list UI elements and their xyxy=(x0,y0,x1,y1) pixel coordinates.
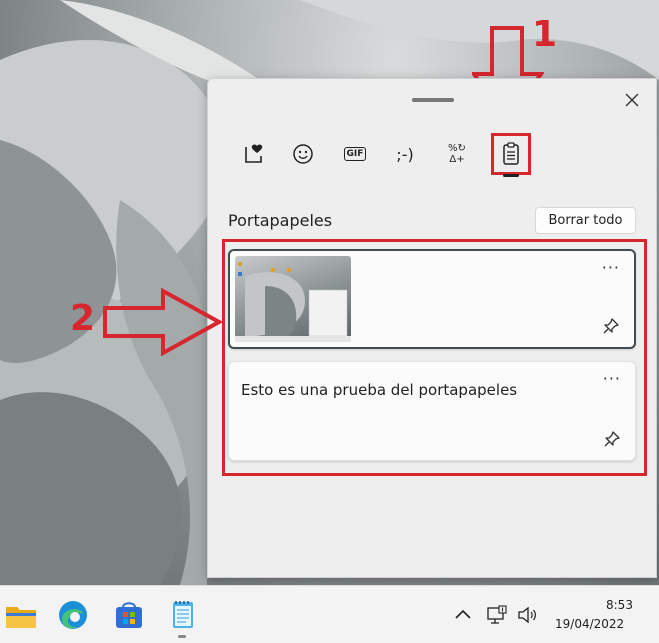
pin-icon[interactable] xyxy=(602,317,620,335)
clipboard-item-text-content: Esto es una prueba del portapapeles xyxy=(241,381,518,399)
active-tab-indicator xyxy=(503,174,519,177)
drag-handle[interactable] xyxy=(412,98,454,102)
close-icon xyxy=(625,93,639,107)
clipboard-item-text[interactable]: Esto es una prueba del portapapeles ··· xyxy=(228,361,636,461)
kaomoji-icon: ;-) xyxy=(396,144,414,164)
volume-icon[interactable] xyxy=(516,604,538,626)
section-title: Portapapeles xyxy=(228,211,333,230)
chevron-up-icon[interactable] xyxy=(452,604,474,626)
annotation-arrow-right xyxy=(103,288,223,356)
thumbnail-desktop-image xyxy=(235,262,351,342)
emoji-smile-icon xyxy=(293,144,313,164)
clipboard-item-image[interactable]: ··· xyxy=(228,249,636,349)
store-icon[interactable] xyxy=(112,598,146,632)
clock-date[interactable]: 19/04/2022 xyxy=(555,617,624,631)
item-more-options-button[interactable]: ··· xyxy=(603,371,621,387)
tab-emoji[interactable] xyxy=(288,139,318,169)
clipboard-icon xyxy=(503,142,519,165)
clock-time[interactable]: 8:53 xyxy=(606,598,633,612)
gif-icon: GIF xyxy=(343,147,367,161)
network-icon[interactable] xyxy=(486,604,508,626)
file-explorer-icon[interactable] xyxy=(4,598,38,632)
tab-gif[interactable]: GIF xyxy=(340,139,370,169)
symbols-icon: %↻ Δ+ xyxy=(448,143,466,165)
tab-clipboard[interactable] xyxy=(491,133,531,175)
tab-symbols[interactable]: %↻ Δ+ xyxy=(442,139,472,169)
tab-kaomoji[interactable]: ;-) xyxy=(390,139,420,169)
pin-icon[interactable] xyxy=(603,430,621,448)
close-button[interactable] xyxy=(621,89,643,111)
annotation-number-2: 2 xyxy=(70,298,96,339)
clear-all-button[interactable]: Borrar todo xyxy=(535,207,636,234)
notepad-icon[interactable] xyxy=(166,598,200,632)
favorites-heart-icon xyxy=(245,144,263,163)
tab-favorites[interactable] xyxy=(239,139,269,169)
clipboard-image-thumbnail xyxy=(235,256,351,342)
edge-icon[interactable] xyxy=(56,598,90,632)
taskbar: 8:53 19/04/2022 xyxy=(0,585,659,643)
clipboard-panel: GIF ;-) %↻ Δ+ Portapapeles Borrar todo ·… xyxy=(207,78,657,578)
item-more-options-button[interactable]: ··· xyxy=(602,260,620,276)
running-app-indicator xyxy=(178,635,186,638)
